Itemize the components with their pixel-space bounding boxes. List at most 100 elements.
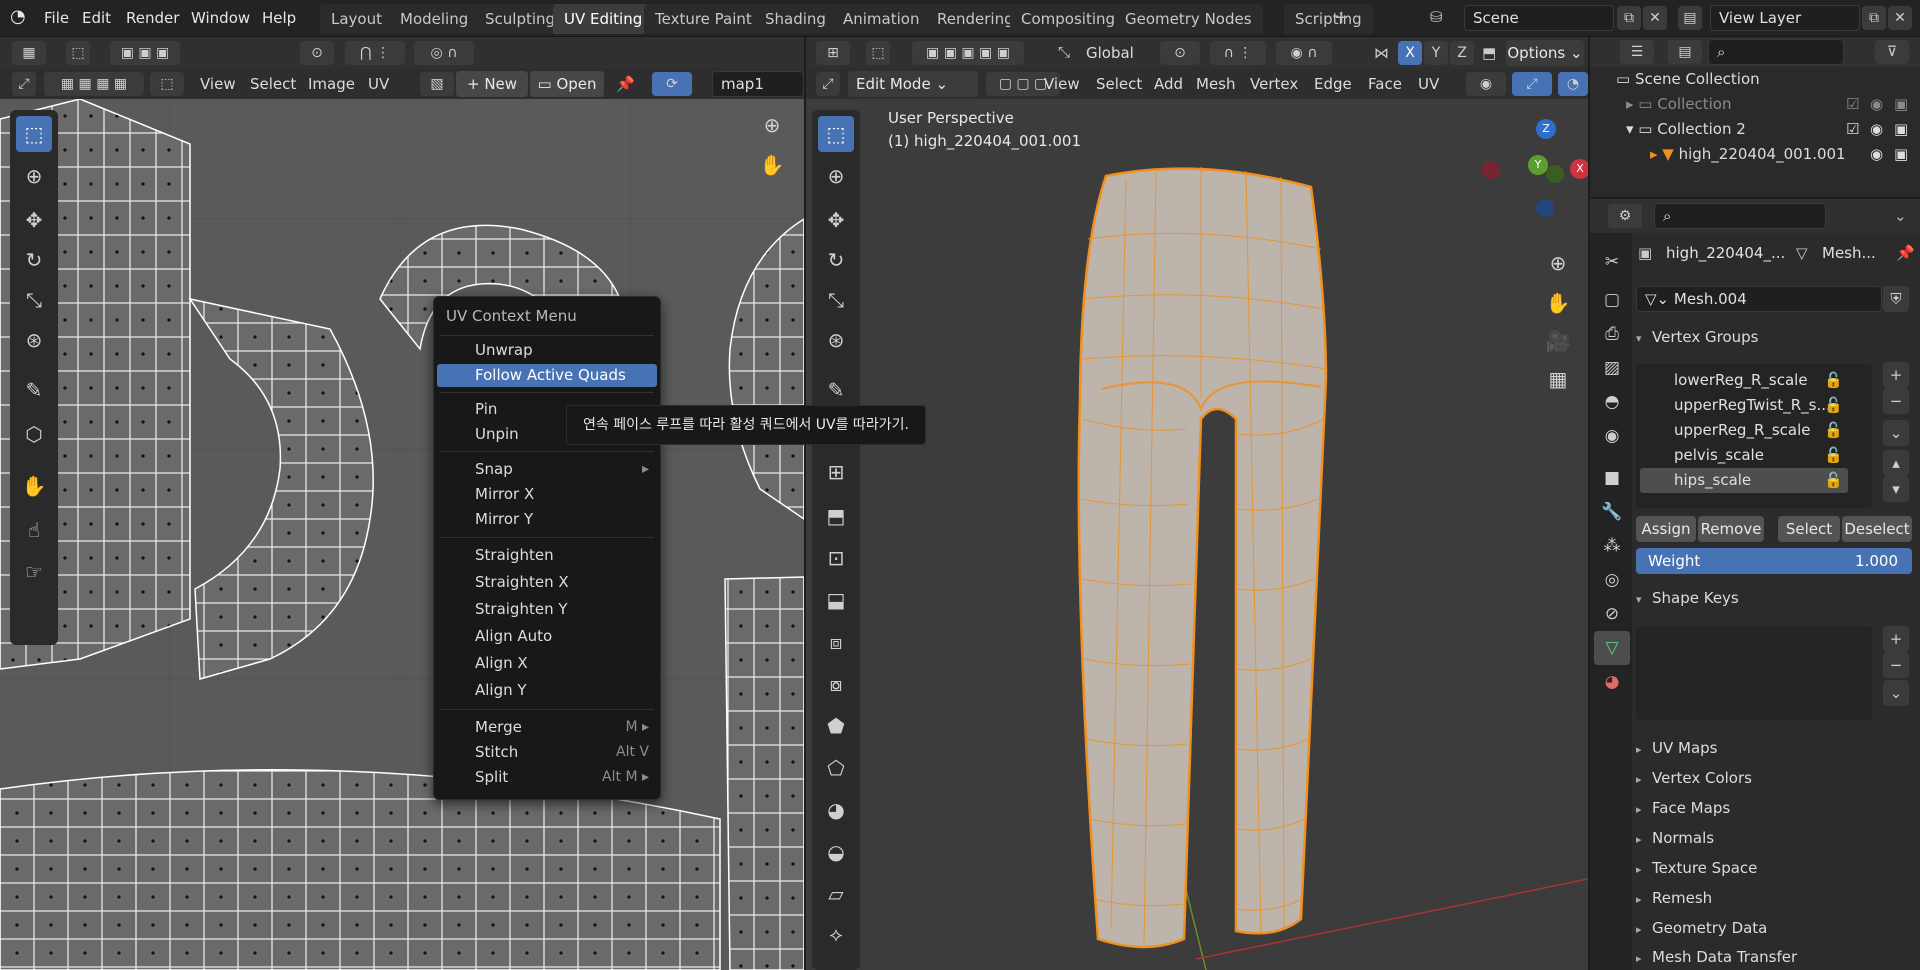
tab-compositing[interactable]: Compositing	[1010, 4, 1127, 34]
lock-icon[interactable]: 🔓	[1824, 418, 1843, 443]
uv-islands-canvas[interactable]	[0, 99, 804, 970]
viewport-select-icon[interactable]: ⬚	[866, 41, 890, 65]
viewport-transform-tool-icon[interactable]: ⊛	[818, 322, 854, 358]
viewport-menu-mesh[interactable]: Mesh	[1196, 73, 1236, 95]
gizmo-y-axis[interactable]: Y	[1528, 155, 1548, 175]
knife-icon[interactable]: ⧇	[818, 666, 854, 702]
modifier-tab-icon[interactable]: 🔧	[1594, 495, 1630, 529]
shrink-fatten-icon[interactable]: ◒	[818, 834, 854, 870]
uv-sync-icon[interactable]: ⟳	[652, 72, 692, 96]
gizmo-neg-y[interactable]	[1546, 165, 1564, 183]
cursor-tool-icon[interactable]: ⊕	[16, 158, 52, 194]
add-shape-key-icon[interactable]: +	[1883, 626, 1909, 652]
orientation-dropdown[interactable]: Global	[1086, 42, 1134, 64]
menu-render[interactable]: Render	[126, 8, 179, 29]
tab-shading[interactable]: Shading	[754, 4, 837, 34]
section-texture-space[interactable]: ▸ Texture Space	[1624, 854, 1920, 883]
section-geometry-data[interactable]: ▸ Geometry Data	[1624, 914, 1920, 943]
viewport-editor-type-icon[interactable]: ⊞	[816, 41, 850, 65]
gizmo-neg-z[interactable]	[1536, 199, 1554, 217]
lock-icon[interactable]: 🔓	[1824, 443, 1843, 468]
axis-y-toggle[interactable]: Y	[1424, 41, 1448, 65]
remove-button[interactable]: Remove	[1698, 516, 1764, 542]
outliner-row-object[interactable]: ▸ ▼ high_220404_001.001 ◉ ▣	[1590, 142, 1920, 167]
tab-modeling[interactable]: Modeling	[389, 4, 480, 34]
move-down-icon[interactable]: ▾	[1883, 476, 1909, 502]
menu-item-straighten-x[interactable]: Straighten X	[437, 571, 657, 594]
viewport-select-box-icon[interactable]: ⬚	[818, 116, 854, 152]
viewport-menu-vertex[interactable]: Vertex	[1250, 73, 1298, 95]
grab-tool-icon[interactable]: ✋	[16, 468, 52, 504]
snap-icon[interactable]: ⋂ ⋮	[345, 41, 405, 65]
gizmo-z-axis[interactable]: Z	[1536, 119, 1556, 139]
viewport-scale-icon[interactable]: ⤡	[818, 282, 854, 318]
uv-menu-image[interactable]: Image	[308, 73, 355, 95]
menu-item-merge[interactable]: Merge M ▸	[437, 716, 657, 739]
tool-tab-icon[interactable]: ✂	[1594, 245, 1630, 279]
viewport-select-modes-icon[interactable]: ▣ ▣ ▣ ▣ ▣	[912, 41, 1024, 65]
lock-icon[interactable]: 🔓	[1824, 468, 1843, 493]
scene-tab-icon[interactable]: ◓	[1594, 385, 1630, 419]
move-up-icon[interactable]: ▴	[1883, 450, 1909, 476]
spin-icon[interactable]: ⬠	[818, 750, 854, 786]
viewport-transform-icon[interactable]: ⤢	[816, 72, 840, 96]
outliner-row-collection[interactable]: ▸ ▭ Collection ☑ ◉ ▣	[1590, 92, 1920, 117]
uv-menu-select[interactable]: Select	[250, 73, 296, 95]
menu-item-follow-active-quads[interactable]: Follow Active Quads	[437, 364, 657, 387]
menu-item-snap[interactable]: Snap ▸	[437, 458, 657, 481]
camera-icon[interactable]: ▣	[1894, 92, 1908, 117]
material-tab-icon[interactable]: ◕	[1594, 665, 1630, 699]
orientation-icon[interactable]: ⤡	[1058, 43, 1070, 61]
viewport-snap-icon[interactable]: ∩ ⋮	[1210, 41, 1266, 65]
camera-icon[interactable]: ▣	[1894, 142, 1908, 167]
uv-select-modes-icon[interactable]: ▦ ▦ ▦ ▦	[44, 72, 144, 96]
viewport-menu-add[interactable]: Add	[1154, 73, 1183, 95]
mode-dropdown[interactable]: Edit Mode ⌄	[848, 71, 978, 97]
view-layer-icon[interactable]: ▤	[1678, 6, 1702, 30]
tab-layout[interactable]: Layout	[320, 4, 393, 34]
section-face-maps[interactable]: ▸ Face Maps	[1624, 794, 1920, 823]
pivot-icon[interactable]: ⊙	[300, 41, 334, 65]
viewport-proportional-icon[interactable]: ◉ ∩	[1276, 41, 1332, 65]
remove-vertex-group-icon[interactable]: −	[1883, 388, 1909, 414]
viewport-zoom-icon[interactable]: ⊕	[1540, 245, 1576, 281]
options-chevron-icon[interactable]: ⌄	[1894, 207, 1907, 225]
pinch-tool-icon[interactable]: ☞	[16, 554, 52, 590]
menu-item-align-y[interactable]: Align Y	[437, 679, 657, 702]
deselect-button[interactable]: Deselect	[1842, 516, 1912, 542]
uv-map-field[interactable]: map1	[712, 71, 804, 97]
camera-icon[interactable]: ▣	[1894, 117, 1908, 142]
pin-icon[interactable]: 📌	[1896, 244, 1915, 262]
menu-item-split[interactable]: Split Alt M ▸	[437, 766, 657, 789]
select-button[interactable]: Select	[1778, 516, 1840, 542]
section-normals[interactable]: ▸ Normals	[1624, 824, 1920, 853]
menu-item-straighten[interactable]: Straighten	[437, 544, 657, 567]
new-image-button[interactable]: + New	[456, 71, 528, 97]
mesh-browse-icon[interactable]: ▽⌄	[1645, 290, 1674, 308]
eye-icon[interactable]: ◉	[1870, 92, 1883, 117]
inset-icon[interactable]: ⊡	[818, 540, 854, 576]
vertex-group-item[interactable]: lowerReg_R_scale 🔓	[1640, 368, 1848, 393]
viewport-menu-view[interactable]: View	[1044, 73, 1080, 95]
object-tab-icon[interactable]: ■	[1594, 461, 1630, 495]
copy-view-layer-icon[interactable]: ⧉	[1862, 6, 1886, 30]
scene-icon[interactable]: ⛁	[1430, 8, 1443, 26]
eye-icon[interactable]: ◉	[1870, 117, 1883, 142]
gizmo-x-axis[interactable]: X	[1570, 159, 1588, 179]
viewport-menu-select[interactable]: Select	[1096, 73, 1142, 95]
camera-view-icon[interactable]: 🎥	[1540, 323, 1576, 359]
section-vertex-groups[interactable]: ▾ Vertex Groups	[1624, 323, 1920, 352]
overlay-icon[interactable]: ◔	[1558, 72, 1588, 96]
viewport-move-icon[interactable]: ✥	[818, 202, 854, 238]
viewport-menu-face[interactable]: Face	[1368, 73, 1402, 95]
viewport-pan-icon[interactable]: ✋	[1540, 285, 1576, 321]
ortho-toggle-icon[interactable]: ▦	[1540, 361, 1576, 397]
mirror-icon[interactable]: ⋈	[1374, 44, 1389, 62]
gizmo-icon[interactable]: ⤢	[1512, 72, 1552, 96]
options-dropdown[interactable]: Options ⌄	[1506, 40, 1584, 66]
rotate-tool-icon[interactable]: ↻	[16, 242, 52, 278]
add-cube-icon[interactable]: ⊞	[818, 454, 854, 490]
viewport-annotate-icon[interactable]: ✎	[818, 372, 854, 408]
close-scene-icon[interactable]: ✕	[1643, 6, 1667, 30]
uv-menu-view[interactable]: View	[200, 73, 236, 95]
